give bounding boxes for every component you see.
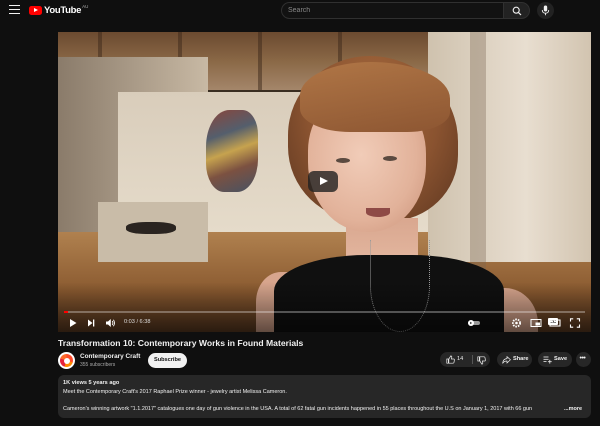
country-code: AU bbox=[82, 4, 89, 9]
fullscreen-icon[interactable] bbox=[569, 317, 581, 329]
channel-logo-center bbox=[63, 357, 70, 364]
large-play-button[interactable] bbox=[308, 171, 338, 192]
description-text: Meet the Contemporary Craft's 2017 Rapha… bbox=[63, 389, 287, 395]
share-button[interactable]: Share bbox=[497, 352, 532, 367]
eye bbox=[336, 158, 350, 163]
top-bar: YouTube AU bbox=[0, 0, 600, 22]
description-text: Cameron's winning artwork "1.1.2017" cat… bbox=[63, 406, 533, 412]
like-button[interactable]: 14 bbox=[440, 352, 472, 367]
like-count: 14 bbox=[457, 356, 464, 362]
volume-icon[interactable] bbox=[105, 317, 116, 329]
save-playlist-icon bbox=[543, 356, 552, 364]
channel-name[interactable]: Contemporary Craft bbox=[80, 353, 140, 360]
video-title: Transformation 10: Contemporary Works in… bbox=[58, 338, 304, 348]
view-stats: 1K views 5 years ago bbox=[63, 380, 120, 386]
eye bbox=[383, 156, 397, 161]
description-box[interactable]: 1K views 5 years ago Meet the Contempora… bbox=[58, 375, 591, 418]
share-label: Share bbox=[513, 356, 529, 362]
sculpture-on-pedestal bbox=[126, 222, 176, 234]
video-player[interactable]: 0:03 / 6:38 CC bbox=[58, 32, 591, 332]
progress-bar[interactable] bbox=[64, 311, 585, 313]
voice-search-button[interactable] bbox=[537, 2, 554, 19]
settings-icon[interactable] bbox=[511, 317, 522, 329]
search-button[interactable] bbox=[503, 2, 530, 19]
save-button[interactable]: Save bbox=[538, 352, 572, 367]
share-icon bbox=[502, 355, 511, 364]
thumbs-down-icon bbox=[477, 355, 486, 365]
miniplayer-icon[interactable] bbox=[530, 317, 542, 329]
more-actions-button[interactable]: ••• bbox=[576, 352, 591, 367]
mouth bbox=[366, 208, 390, 217]
play-icon[interactable] bbox=[68, 317, 78, 329]
youtube-logo[interactable]: YouTube AU bbox=[29, 4, 88, 17]
theater-icon[interactable] bbox=[549, 317, 561, 329]
time-display: 0:03 / 6:38 bbox=[124, 319, 151, 325]
subscriber-count: 355 subscribers bbox=[80, 362, 116, 368]
subscribe-button[interactable]: Subscribe bbox=[148, 353, 187, 368]
mic-icon bbox=[541, 5, 550, 16]
logo-text: YouTube bbox=[44, 5, 82, 16]
search-icon bbox=[512, 6, 522, 16]
show-more-link[interactable]: ...more bbox=[564, 406, 582, 412]
like-dislike-group: 14 bbox=[440, 352, 490, 367]
save-label: Save bbox=[554, 356, 568, 362]
next-icon[interactable] bbox=[86, 317, 96, 329]
channel-avatar[interactable] bbox=[58, 352, 75, 369]
more-dots-icon: ••• bbox=[579, 355, 586, 362]
youtube-play-logo-icon bbox=[29, 6, 42, 15]
menu-icon[interactable] bbox=[9, 5, 20, 15]
autoplay-toggle[interactable] bbox=[467, 317, 481, 329]
dislike-button[interactable] bbox=[473, 352, 490, 367]
search-box bbox=[281, 2, 504, 19]
search-input[interactable] bbox=[288, 3, 498, 18]
hair-fringe bbox=[300, 62, 450, 132]
thumbs-up-icon bbox=[446, 355, 455, 364]
progress-played bbox=[64, 311, 69, 313]
